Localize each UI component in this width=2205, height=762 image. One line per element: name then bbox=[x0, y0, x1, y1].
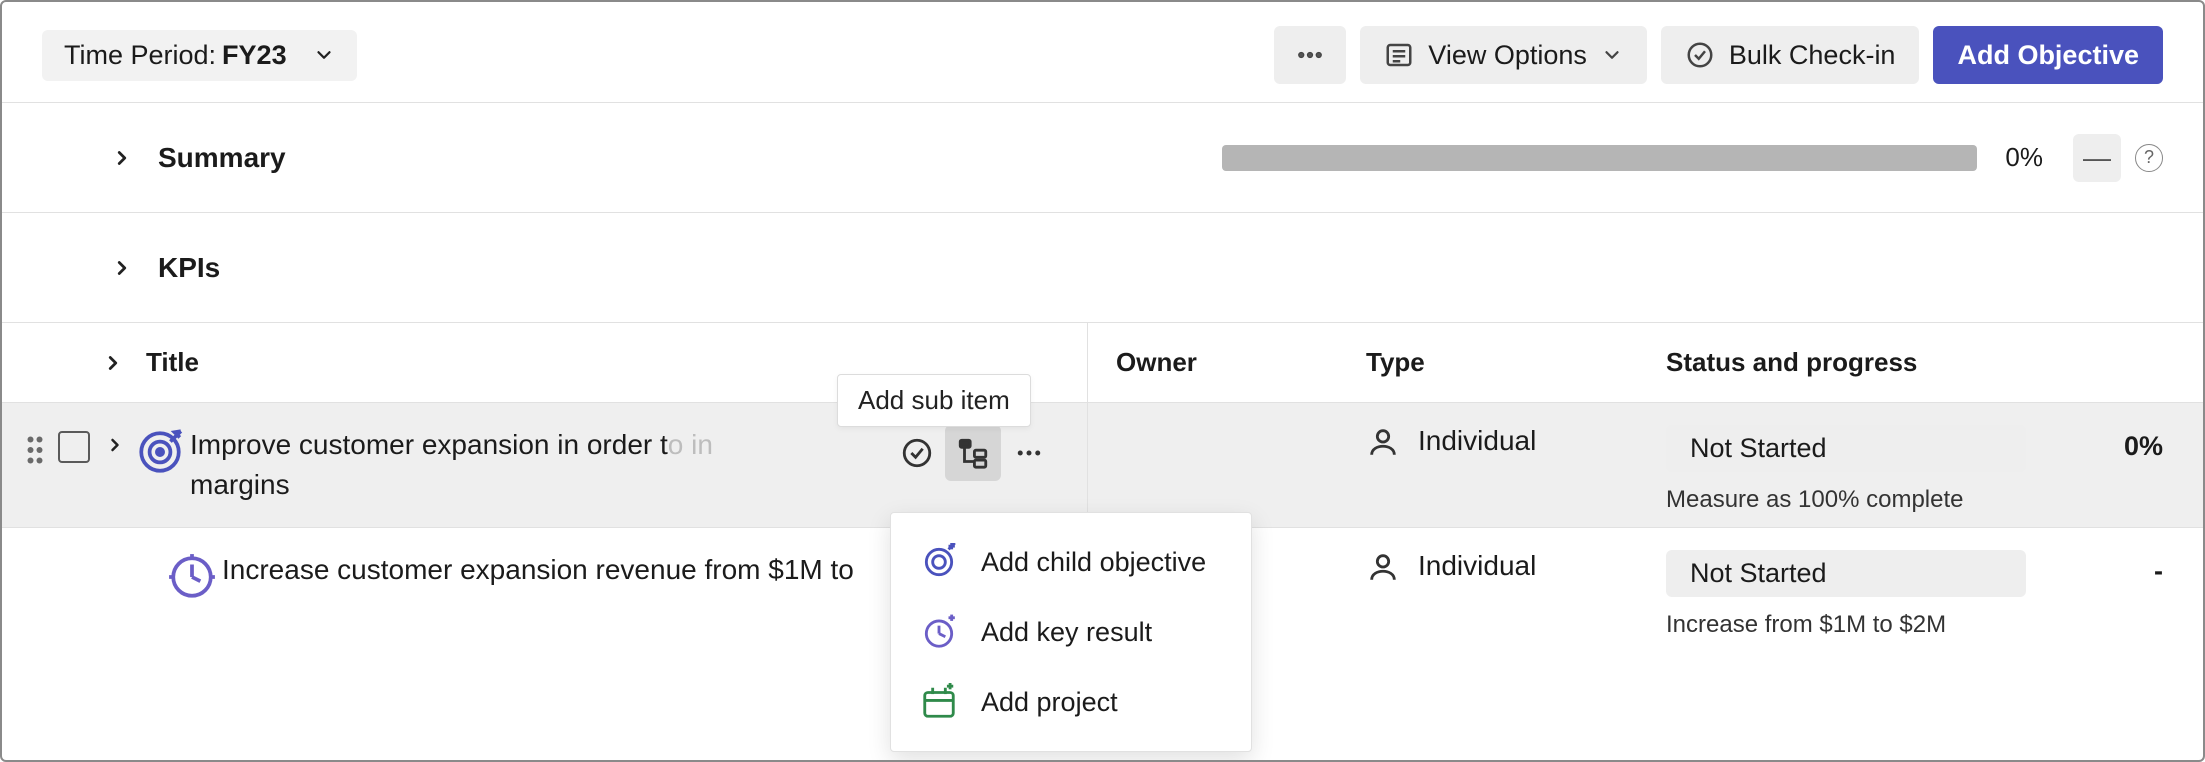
checkin-icon bbox=[1685, 40, 1715, 70]
time-period-dropdown[interactable]: Time Period: FY23 bbox=[42, 30, 357, 81]
add-sub-item-action[interactable] bbox=[945, 425, 1001, 481]
objective-row[interactable]: Improve customer expansion in order to i… bbox=[2, 402, 2203, 527]
objective-icon bbox=[917, 543, 961, 581]
column-status: Status and progress bbox=[1666, 347, 1917, 377]
kpis-title: KPIs bbox=[158, 252, 220, 284]
view-options-label: View Options bbox=[1428, 40, 1587, 71]
column-owner: Owner bbox=[1116, 347, 1197, 377]
status-subtext: Measure as 100% complete bbox=[1666, 486, 2026, 514]
type-cell: Individual bbox=[1366, 528, 1666, 639]
summary-progress: 0% — ? bbox=[1222, 134, 2163, 182]
person-icon bbox=[1366, 550, 1400, 584]
help-icon[interactable]: ? bbox=[2135, 144, 2163, 172]
time-period-label: Time Period: bbox=[64, 40, 216, 71]
progress-percent: 0% bbox=[2005, 142, 2043, 173]
column-header-row: Title Owner Type Status and progress bbox=[2, 322, 2203, 402]
chevron-down-icon bbox=[1601, 44, 1623, 66]
person-icon bbox=[1366, 425, 1400, 459]
status-badge[interactable]: Not Started bbox=[1666, 425, 2026, 472]
type-label: Individual bbox=[1418, 550, 1536, 582]
menu-add-child-objective[interactable]: Add child objective bbox=[891, 527, 1251, 597]
column-title: Title bbox=[146, 347, 199, 378]
collapse-progress-button[interactable]: — bbox=[2073, 134, 2121, 182]
bulk-checkin-button[interactable]: Bulk Check-in bbox=[1661, 26, 1920, 84]
type-cell: Individual bbox=[1366, 403, 1666, 527]
kpis-section[interactable]: KPIs bbox=[2, 212, 2203, 322]
column-type: Type bbox=[1366, 347, 1425, 377]
minus-icon: — bbox=[2083, 142, 2111, 174]
more-actions-button[interactable] bbox=[1274, 26, 1346, 84]
type-label: Individual bbox=[1418, 425, 1536, 457]
chevron-down-icon bbox=[313, 44, 335, 66]
progress-bar bbox=[1222, 145, 1977, 171]
okr-page: Time Period: FY23 View Options Bulk Chec… bbox=[0, 0, 2205, 762]
add s-menu: Add child objective Add key result Add p… bbox=[890, 512, 1252, 752]
time-period-value: FY23 bbox=[222, 40, 287, 71]
objective-icon bbox=[130, 425, 190, 477]
chevron-right-icon[interactable] bbox=[102, 352, 124, 374]
status-cell: Not Started Measure as 100% complete 0% bbox=[1666, 403, 2163, 527]
summary-title: Summary bbox=[158, 142, 286, 174]
row-more-action[interactable] bbox=[1001, 425, 1057, 481]
menu-add-project[interactable]: Add project bbox=[891, 667, 1251, 737]
status-subtext: Increase from $1M to $2M bbox=[1666, 611, 2026, 639]
add-objective-button[interactable]: Add Objective bbox=[1933, 26, 2163, 84]
status-cell: Not Started Increase from $1M to $2M - bbox=[1666, 528, 2163, 639]
status-badge[interactable]: Not Started bbox=[1666, 550, 2026, 597]
toolbar: Time Period: FY23 View Options Bulk Chec… bbox=[2, 2, 2203, 102]
project-icon bbox=[917, 683, 961, 721]
add-objective-label: Add Objective bbox=[1957, 40, 2139, 71]
bulk-checkin-label: Bulk Check-in bbox=[1729, 40, 1896, 71]
progress-value: 0% bbox=[2124, 425, 2163, 462]
list-icon bbox=[1384, 40, 1414, 70]
key-result-icon bbox=[917, 613, 961, 651]
add-sub-item-tooltip: Add sub item bbox=[837, 374, 1031, 427]
summary-section[interactable]: Summary 0% — ? bbox=[2, 102, 2203, 212]
menu-add-key-result[interactable]: Add key result bbox=[891, 597, 1251, 667]
key-result-icon bbox=[162, 550, 222, 602]
drag-handle-icon[interactable] bbox=[20, 425, 50, 465]
checkin-action[interactable] bbox=[889, 425, 945, 481]
chevron-right-icon[interactable] bbox=[102, 257, 142, 279]
row-actions bbox=[889, 425, 1057, 481]
progress-value: - bbox=[2154, 550, 2163, 587]
chevron-right-icon[interactable] bbox=[102, 147, 142, 169]
view-options-button[interactable]: View Options bbox=[1360, 26, 1647, 84]
row-checkbox[interactable] bbox=[58, 431, 90, 463]
owner-cell bbox=[1116, 403, 1366, 527]
chevron-right-icon[interactable] bbox=[100, 425, 130, 455]
